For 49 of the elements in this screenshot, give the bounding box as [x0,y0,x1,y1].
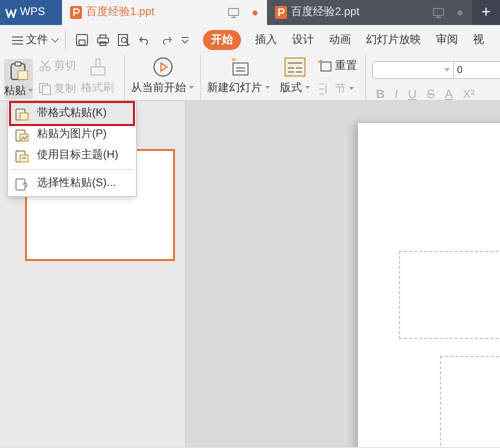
caret-icon [349,87,354,90]
caret-icon [265,86,270,90]
monitor-icon[interactable] [228,8,239,18]
menu-icon[interactable] [12,36,23,44]
ribbon-tab[interactable]: 视 [472,30,485,50]
paste-menu-item[interactable]: 粘贴为图片(P) [11,124,133,145]
layout-button[interactable]: 版式 [276,55,314,100]
ribbon-tab[interactable]: 插入 [254,30,278,50]
file-menu-button[interactable]: 文件 [0,31,66,49]
new-slide-button[interactable]: 新建幻灯片 [201,55,276,100]
layout-icon[interactable] [284,56,306,76]
ribbon-tab[interactable]: 审阅 [435,30,459,50]
status-dot-icon[interactable] [456,8,464,16]
monitor-icon[interactable] [433,8,444,18]
dropdown-caret-icon[interactable] [181,36,189,44]
ribbon-tab[interactable]: 动画 [328,30,352,50]
paste-theme-icon [15,148,29,162]
status-dot-icon[interactable] [251,8,259,16]
save-icon[interactable] [76,34,88,46]
caret-icon [28,89,33,92]
paste-special-icon [15,176,29,190]
ribbon-tab[interactable]: 设计 [291,30,315,50]
paste-format-icon [15,106,29,120]
font-size-field[interactable]: 0 [454,61,500,79]
chevron-down-icon[interactable] [51,38,59,42]
app-logo-tab[interactable]: WPS [0,0,62,25]
ribbon-tab[interactable]: 幻灯片放映 [365,30,422,50]
redo-icon[interactable] [160,35,172,45]
reset-button[interactable]: 重置 [318,58,357,74]
font-name-field[interactable] [372,61,454,79]
paste-menu-item[interactable]: 选择性粘贴(S)... [11,173,133,194]
undo-icon[interactable] [139,35,151,45]
clipboard-icon[interactable] [8,61,28,80]
new-slide-icon[interactable] [228,56,248,76]
paste-picture-icon [15,128,29,142]
reset-slide-icon[interactable] [318,60,332,72]
caret-icon [305,86,310,90]
paste-menu-item[interactable]: 带格式粘贴(K) [11,103,133,124]
print-preview-icon[interactable] [118,34,130,46]
caret-icon [189,86,194,90]
presentation-file-icon[interactable] [275,6,287,19]
play-from-current-button[interactable]: 从当前开始 [125,55,201,100]
w-logo-icon[interactable] [5,8,17,18]
paste-button[interactable]: 粘贴 [4,59,33,99]
presentation-file-icon[interactable] [70,6,82,19]
print-icon[interactable] [97,34,109,46]
document-tab[interactable]: 百度经验2.ppt [267,0,472,25]
paste-menu-item[interactable]: 使用目标主题(H) [11,145,133,166]
play-icon[interactable] [152,56,172,76]
